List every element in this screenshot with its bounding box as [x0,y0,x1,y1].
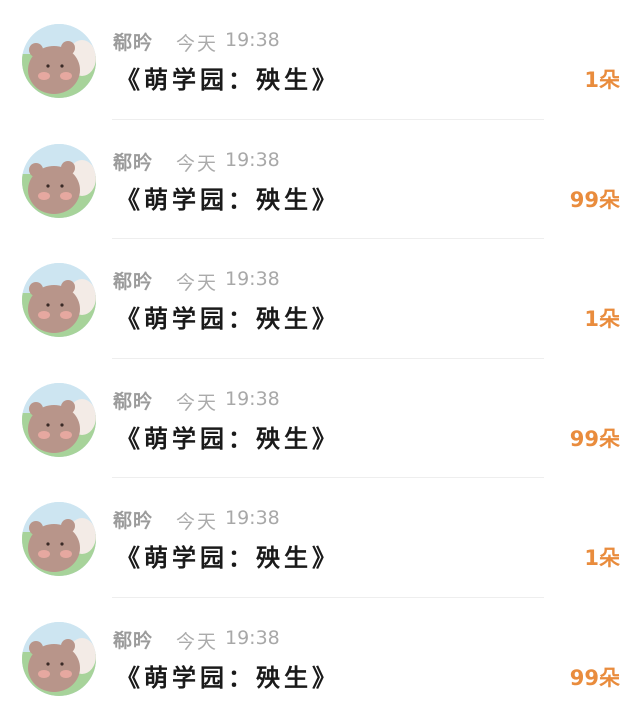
gift-count: 99朵 [570,423,620,453]
gift-count: 1朵 [584,64,620,94]
bear-avatar-icon [22,24,96,98]
message-title: 《萌学园：殃生》 [116,419,340,454]
message-title: 《萌学园：殃生》 [116,60,340,95]
message-title: 《萌学园：殃生》 [116,538,340,573]
message-time: 19:38 [225,149,280,171]
message-title: 《萌学园：殃生》 [116,658,340,693]
list-item[interactable]: 郗昑 今天 19:38 《萌学园：殃生》 1朵 [0,478,640,598]
gift-count: 99朵 [570,184,620,214]
message-date: 今天 [176,627,218,654]
avatar[interactable] [22,24,96,98]
avatar[interactable] [22,383,96,457]
bear-avatar-icon [22,263,96,337]
sender-name: 郗昑 [113,267,153,294]
message-date: 今天 [176,149,218,176]
message-time: 19:38 [225,507,280,529]
gift-count: 1朵 [584,303,620,333]
message-time: 19:38 [225,627,280,649]
bear-avatar-icon [22,502,96,576]
bear-avatar-icon [22,383,96,457]
bear-avatar-icon [22,622,96,696]
list-item[interactable]: 郗昑 今天 19:38 《萌学园：殃生》 99朵 [0,598,640,717]
avatar[interactable] [22,263,96,337]
list-item[interactable]: 郗昑 今天 19:38 《萌学园：殃生》 99朵 [0,359,640,479]
list-item[interactable]: 郗昑 今天 19:38 《萌学园：殃生》 99朵 [0,120,640,240]
bear-avatar-icon [22,144,96,218]
message-date: 今天 [176,507,218,534]
sender-name: 郗昑 [113,506,153,533]
avatar[interactable] [22,144,96,218]
avatar[interactable] [22,502,96,576]
message-time: 19:38 [225,388,280,410]
gift-count: 1朵 [584,542,620,572]
message-date: 今天 [176,29,218,56]
sender-name: 郗昑 [113,387,153,414]
message-date: 今天 [176,268,218,295]
gift-message-list: 郗昑 今天 19:38 《萌学园：殃生》 1朵 郗昑 今天 19:38 《萌学园… [0,0,640,702]
sender-name: 郗昑 [113,626,153,653]
gift-count: 99朵 [570,662,620,692]
sender-name: 郗昑 [113,148,153,175]
message-time: 19:38 [225,29,280,51]
message-title: 《萌学园：殃生》 [116,299,340,334]
message-date: 今天 [176,388,218,415]
avatar[interactable] [22,622,96,696]
list-item[interactable]: 郗昑 今天 19:38 《萌学园：殃生》 1朵 [0,239,640,359]
sender-name: 郗昑 [113,28,153,55]
message-title: 《萌学园：殃生》 [116,180,340,215]
list-item[interactable]: 郗昑 今天 19:38 《萌学园：殃生》 1朵 [0,0,640,120]
message-time: 19:38 [225,268,280,290]
